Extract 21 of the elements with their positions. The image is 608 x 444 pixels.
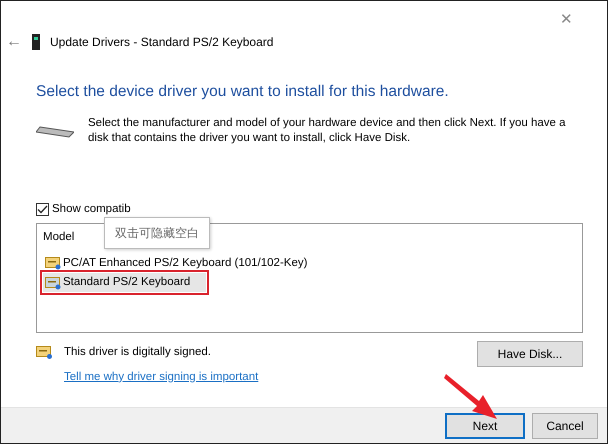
back-button[interactable]: ←	[6, 34, 22, 50]
description-text: Select the manufacturer and model of your hardware device and then click Next. If you have a disk that contains the driver you want to install, click Have Disk.	[88, 116, 567, 146]
driver-icon	[45, 276, 61, 290]
device-icon	[32, 34, 40, 50]
tooltip: 双击可隐藏空白	[104, 217, 210, 249]
list-item[interactable]: Standard PS/2 Keyboard	[43, 273, 206, 292]
column-header: Model	[43, 230, 74, 244]
driver-icon	[45, 256, 61, 270]
keyboard-icon	[36, 126, 74, 138]
close-button[interactable]: ✕	[556, 7, 577, 32]
list-item[interactable]: PC/AT Enhanced PS/2 Keyboard (101/102-Key)	[43, 254, 310, 273]
certificate-icon	[36, 344, 53, 360]
signing-link[interactable]: Tell me why driver signing is important	[64, 368, 258, 386]
cancel-button[interactable]: Cancel	[532, 412, 598, 438]
page-heading: Select the device driver you want to install for this hardware.	[36, 82, 450, 102]
have-disk-button[interactable]: Have Disk...	[477, 340, 583, 366]
compatible-checkbox[interactable]	[36, 203, 49, 216]
checkbox-label: Show compatib	[52, 202, 131, 218]
next-button[interactable]: Next	[445, 412, 525, 438]
signed-text: This driver is digitally signed.	[64, 344, 212, 360]
window-title: Update Drivers - Standard PS/2 Keyboard	[50, 34, 274, 51]
